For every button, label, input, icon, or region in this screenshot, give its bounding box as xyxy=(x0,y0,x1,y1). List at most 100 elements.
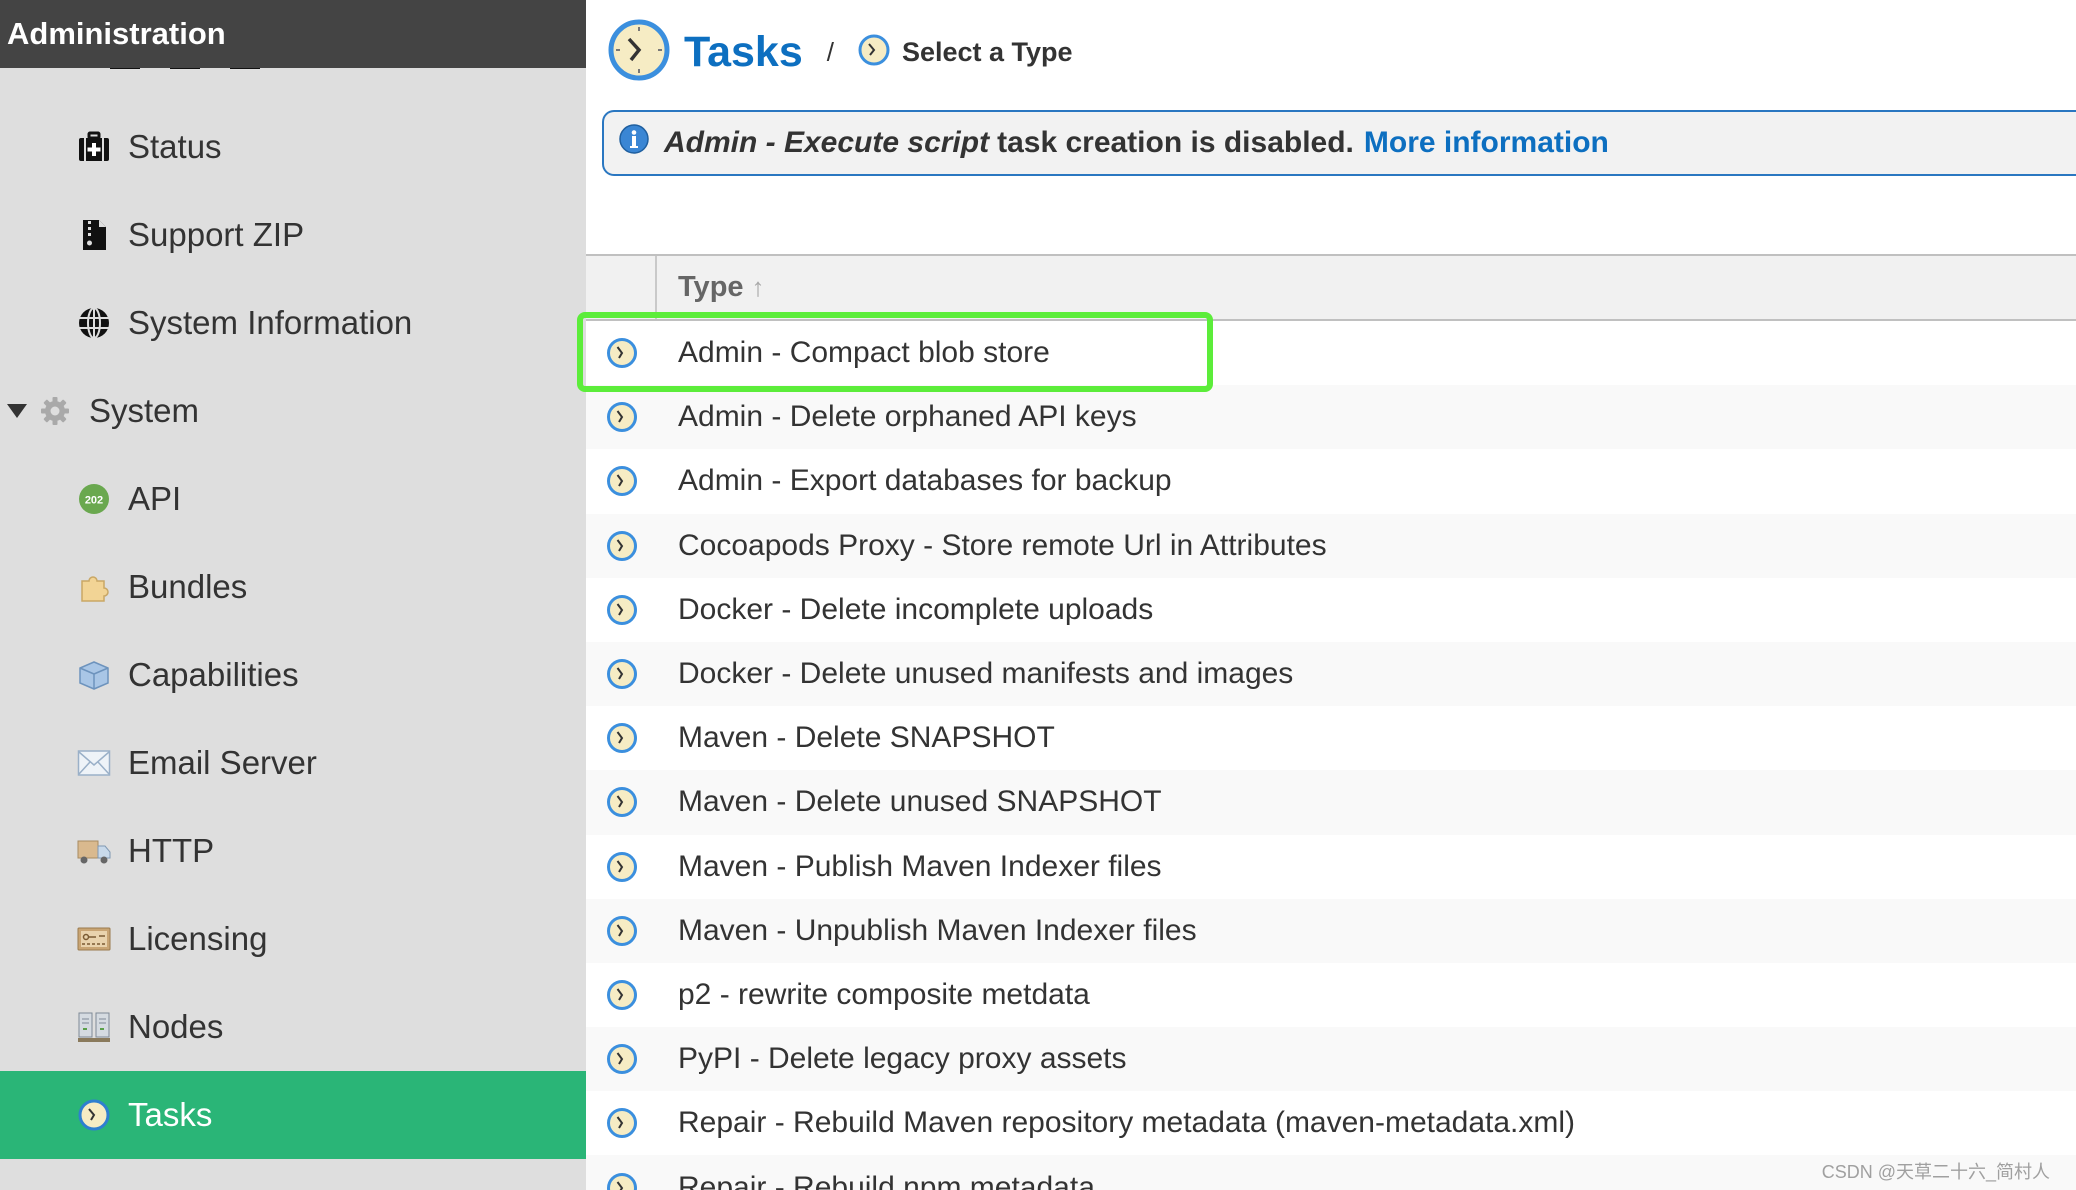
task-type-name: PyPI - Delete legacy proxy assets xyxy=(678,1042,1127,1076)
info-icon xyxy=(618,123,650,163)
clock-icon xyxy=(606,851,638,883)
api-badge-icon: 202 xyxy=(77,482,111,516)
table-row[interactable]: Docker - Delete unused manifests and ima… xyxy=(586,641,2076,707)
license-card-icon xyxy=(77,922,111,956)
task-type-name: Repair - Rebuild npm metadata xyxy=(678,1170,1095,1190)
main-content: Tasks / Select a Type Admin - Execute sc… xyxy=(586,0,2076,1190)
sidebar-item-label: Status xyxy=(128,128,222,165)
task-type-name: Admin - Delete orphaned API keys xyxy=(678,400,1137,434)
sidebar-item-system-information[interactable]: System Information xyxy=(0,279,586,367)
breadcrumb-separator: / xyxy=(826,36,834,67)
task-type-name: Maven - Unpublish Maven Indexer files xyxy=(678,913,1197,947)
banner-task-name: Admin - Execute script xyxy=(664,126,990,159)
task-type-name: Admin - Compact blob store xyxy=(678,336,1050,370)
api-badge-text: 202 xyxy=(85,495,103,507)
task-type-name: Maven - Publish Maven Indexer files xyxy=(678,849,1162,883)
sidebar-item-label: Tasks xyxy=(128,1096,213,1133)
tasks-clock-icon xyxy=(608,19,670,86)
more-information-link[interactable]: More information xyxy=(1364,126,1609,160)
caret-down-icon[interactable] xyxy=(7,404,27,418)
sidebar-item-label: System Information xyxy=(128,304,413,341)
sidebar-item-support-zip[interactable]: Support ZIP xyxy=(0,191,586,279)
grid-header: Type ↑ xyxy=(586,254,2076,321)
first-aid-kit-icon xyxy=(77,130,111,164)
table-row[interactable]: Maven - Delete unused SNAPSHOT xyxy=(586,770,2076,835)
sidebar-item-label: HTTP xyxy=(128,832,215,869)
clock-icon xyxy=(606,979,638,1011)
clock-icon xyxy=(606,1172,638,1190)
table-row[interactable]: Admin - Compact blob store xyxy=(586,321,2076,385)
banner-message: task creation is disabled. xyxy=(997,126,1354,159)
breadcrumb-tasks-link[interactable]: Tasks xyxy=(684,28,803,77)
task-type-grid: Type ↑ Admin - Compact blob store Admin -… xyxy=(586,254,2076,1190)
sidebar-item-label: Bundles xyxy=(128,568,248,605)
zip-file-icon xyxy=(77,218,111,252)
clock-icon xyxy=(606,530,638,562)
task-type-name: p2 - rewrite composite metdata xyxy=(678,977,1090,1011)
type-column-header[interactable]: Type ↑ xyxy=(678,256,765,319)
info-banner: Admin - Execute script task creation is … xyxy=(602,110,2076,176)
type-column-label: Type xyxy=(678,271,744,303)
sidebar-header: Administration xyxy=(0,0,586,68)
sidebar-item-tasks[interactable]: Tasks xyxy=(0,1071,586,1159)
watermark: CSDN @天草二十六_简村人 xyxy=(1821,1162,2050,1182)
clock-icon xyxy=(606,401,638,433)
server-nodes-icon xyxy=(77,1010,111,1044)
sort-ascending-icon: ↑ xyxy=(751,272,765,302)
box-icon xyxy=(77,658,111,692)
sidebar-item-http[interactable]: HTTP xyxy=(0,807,586,895)
task-type-name: Maven - Delete unused SNAPSHOT xyxy=(678,785,1162,819)
breadcrumb-current: Select a Type xyxy=(901,36,1073,67)
grid-rows: Admin - Compact blob store Admin - Delete… xyxy=(586,321,2076,1190)
globe-icon xyxy=(77,306,111,340)
sidebar-item-label: Email Server xyxy=(128,744,317,781)
sidebar-item-email-server[interactable]: Email Server xyxy=(0,719,586,807)
sidebar-item-nodes[interactable]: Nodes xyxy=(0,983,586,1071)
task-type-name: Maven - Delete SNAPSHOT xyxy=(678,721,1055,755)
table-row[interactable]: PyPI - Delete legacy proxy assets xyxy=(586,1027,2076,1092)
sidebar-item-label: Capabilities xyxy=(128,656,299,693)
sidebar-item-capabilities[interactable]: Capabilities xyxy=(0,631,586,719)
puzzle-piece-icon xyxy=(77,570,111,604)
sidebar-item-label: Support ZIP xyxy=(128,216,305,253)
table-row[interactable]: Maven - Unpublish Maven Indexer files xyxy=(586,898,2076,963)
task-type-name: Docker - Delete unused manifests and ima… xyxy=(678,657,1294,691)
clock-icon xyxy=(606,594,638,626)
clock-icon xyxy=(606,1043,638,1075)
table-row[interactable]: Admin - Delete orphaned API keys xyxy=(586,385,2076,450)
icon-column-header xyxy=(586,256,657,319)
sidebar-group-system[interactable]: System xyxy=(0,367,586,455)
table-row[interactable]: Maven - Publish Maven Indexer files xyxy=(586,835,2076,899)
table-row[interactable]: Maven - Delete SNAPSHOT xyxy=(586,706,2076,770)
sidebar-item-label: Licensing xyxy=(128,920,268,957)
task-type-name: Admin - Export databases for backup xyxy=(678,464,1172,498)
truck-icon xyxy=(77,834,111,868)
sidebar-item-bundles[interactable]: Bundles xyxy=(0,543,586,631)
clock-icon xyxy=(606,1107,638,1139)
clock-icon xyxy=(606,786,638,818)
sidebar-item-licensing[interactable]: Licensing xyxy=(0,895,586,983)
clock-icon xyxy=(606,337,638,369)
table-row[interactable]: Cocoapods Proxy - Store remote Url in At… xyxy=(586,513,2076,578)
clock-icon xyxy=(77,1098,111,1132)
sidebar: Administration Status Support ZIP System… xyxy=(0,0,586,1190)
gear-icon xyxy=(38,394,72,428)
sidebar-item-status[interactable]: Status xyxy=(0,103,586,191)
sidebar-item-api[interactable]: 202 API xyxy=(0,455,586,543)
sidebar-item-label: API xyxy=(128,480,182,517)
clock-icon xyxy=(606,658,638,690)
sidebar-item-label: System xyxy=(89,392,200,429)
table-row[interactable]: Docker - Delete incomplete uploads xyxy=(586,578,2076,642)
clock-icon xyxy=(606,722,638,754)
breadcrumb: Tasks / Select a Type xyxy=(608,18,1073,86)
table-row[interactable]: Repair - Rebuild Maven repository metada… xyxy=(586,1091,2076,1155)
task-type-name: Repair - Rebuild Maven repository metada… xyxy=(678,1106,1576,1140)
sidebar-item-label: Nodes xyxy=(128,1008,224,1045)
table-row[interactable]: Admin - Export databases for backup xyxy=(586,449,2076,513)
clock-icon xyxy=(606,915,638,947)
clock-icon xyxy=(606,465,638,497)
task-type-name: Docker - Delete incomplete uploads xyxy=(678,592,1154,626)
envelope-icon xyxy=(77,746,111,780)
table-row[interactable]: p2 - rewrite composite metdata xyxy=(586,963,2076,1027)
select-type-clock-icon xyxy=(858,34,890,71)
